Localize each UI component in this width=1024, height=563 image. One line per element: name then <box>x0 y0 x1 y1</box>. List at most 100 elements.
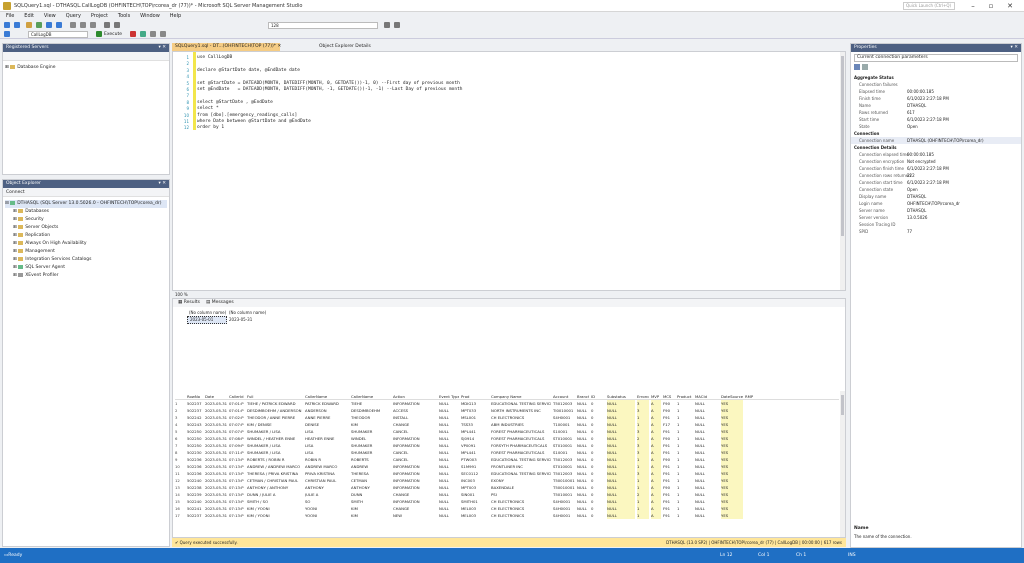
menu-edit[interactable]: Edit <box>22 12 36 21</box>
grid-cell[interactable]: NULL <box>607 491 635 498</box>
grid-cell[interactable]: VP0091 <box>461 442 489 449</box>
grid-cell[interactable]: 17 <box>175 512 185 519</box>
code-line[interactable]: use CallLogDB <box>197 55 232 60</box>
table-row[interactable]: 2 502237 2023-05-31 07:01:P DESDIMBOEHM / AN… <box>175 407 839 414</box>
grid-cell[interactable]: 2023-05-31 <box>205 407 227 414</box>
grid-cell[interactable]: YES <box>721 400 743 407</box>
grid-cell[interactable]: 9 <box>175 456 185 463</box>
grid-cell[interactable]: EXONY <box>491 477 551 484</box>
grid-cell[interactable]: 2023-05-31 <box>205 491 227 498</box>
grid-cell[interactable]: ANDREW <box>351 463 391 470</box>
grid-cell[interactable]: T5012003 <box>553 470 575 477</box>
grid-cell[interactable]: LISA <box>305 449 349 456</box>
grid-cell[interactable]: NULL <box>577 477 589 484</box>
grid-cell[interactable]: 0 <box>591 449 605 456</box>
grid-cell[interactable]: CHANGE <box>393 491 437 498</box>
grid-cell[interactable]: F91 <box>663 512 675 519</box>
code-line[interactable]: declare @StartDate date, @EndDate date <box>197 68 300 73</box>
grid-cell[interactable]: 502243 <box>187 421 203 428</box>
menu-project[interactable]: Project <box>89 12 110 21</box>
grid-cell[interactable]: 0 <box>591 421 605 428</box>
tree-item-sql-agent[interactable]: ⊞ SQL Server Agent <box>5 264 167 272</box>
grid-cell[interactable]: A <box>651 505 661 512</box>
grid-cell[interactable]: YES <box>721 498 743 505</box>
open-file-icon[interactable] <box>36 22 42 28</box>
grid-cell[interactable]: NULL <box>607 512 635 519</box>
grid-cell[interactable]: F91 <box>663 470 675 477</box>
grid-cell[interactable]: 502239 <box>187 491 203 498</box>
grid-cell[interactable]: NULL <box>607 449 635 456</box>
menu-view[interactable]: View <box>42 12 58 21</box>
grid-cell[interactable]: S4H0001 <box>553 498 575 505</box>
grid-cell[interactable]: MSL001 <box>461 414 489 421</box>
tab-messages[interactable]: ▤ Messages <box>203 300 237 306</box>
grid-cell[interactable]: ANDERSON <box>305 407 349 414</box>
menu-query[interactable]: Query <box>64 12 83 21</box>
grid-cell[interactable]: T50010001 <box>553 477 575 484</box>
property-row[interactable]: Connection elapsed time 00:00:00.185 <box>851 151 1021 158</box>
grid-cell[interactable]: 0 <box>591 414 605 421</box>
grid-cell[interactable]: T5012003 <box>553 400 575 407</box>
grid-cell[interactable]: DESDIMBOEHM <box>351 407 391 414</box>
grid-cell[interactable]: SJ0914 <box>461 435 489 442</box>
grid-cell[interactable]: 1 <box>677 484 693 491</box>
grid-cell[interactable]: A <box>651 456 661 463</box>
grid-cell[interactable]: NULL <box>439 477 459 484</box>
grid-cell[interactable]: 502242 <box>187 414 203 421</box>
grid-cell[interactable]: 07:13:P <box>229 470 245 477</box>
grid-cell[interactable]: 07:13:P <box>229 456 245 463</box>
grid-cell[interactable]: YOONI <box>305 512 349 519</box>
grid-cell[interactable]: YES <box>721 512 743 519</box>
grid-cell[interactable]: A <box>651 512 661 519</box>
grid-cell[interactable]: SO <box>305 498 349 505</box>
connect-dropdown[interactable]: Connect <box>3 190 25 195</box>
grid-cell[interactable]: T50010001 <box>553 484 575 491</box>
cancel-query-icon[interactable] <box>130 31 136 37</box>
grid-cell[interactable]: WINDEL <box>351 435 391 442</box>
grid-cell[interactable]: S10001 <box>553 449 575 456</box>
grid-cell[interactable]: FOREST PHARMACEUTICALS <box>491 449 551 456</box>
grid-cell[interactable]: INSTALL <box>393 414 437 421</box>
code-line[interactable]: order by 1 <box>197 125 224 130</box>
table-row[interactable]: 3 502242 2023-05-31 07:02:P THEODOR / ANNE P… <box>175 414 839 421</box>
grid-cell[interactable]: F90 <box>663 435 675 442</box>
grid-cell[interactable]: 1 <box>677 512 693 519</box>
grid-cell[interactable]: 1 <box>677 421 693 428</box>
grid-cell[interactable]: NORTH INSTRUMENTS INC <box>491 407 551 414</box>
grid-cell[interactable]: 0 <box>591 477 605 484</box>
grid-cell[interactable]: 0 <box>591 470 605 477</box>
tab-close-icon[interactable]: ✕ <box>278 44 282 49</box>
grid-cell[interactable]: NULL <box>439 498 459 505</box>
table-row[interactable]: 16 502241 2023-05-31 07:13:P KIM / YOONI YOON… <box>175 505 839 512</box>
grid-cell[interactable]: A <box>651 463 661 470</box>
grid-cell[interactable]: SMITH01 <box>461 498 489 505</box>
grid-cell[interactable]: PRIVA KRISTINA <box>305 470 349 477</box>
grid-cell[interactable]: T5012003 <box>553 456 575 463</box>
grid-cell[interactable]: INFORMATION <box>393 435 437 442</box>
tree-item-server[interactable]: ⊟ DTHASQL (SQL Server 13.0.5026.0 - OHFI… <box>5 200 167 208</box>
grid-cell[interactable]: YES <box>721 505 743 512</box>
grid-cell[interactable]: 2023-05-31 <box>205 477 227 484</box>
grid-cell[interactable]: 3 <box>637 442 649 449</box>
execute-button[interactable]: Execute <box>104 31 122 38</box>
grid-cell[interactable]: NULL <box>577 463 589 470</box>
grid-cell[interactable]: 2023-05-31 <box>205 421 227 428</box>
grid-cell[interactable]: 07:13:P <box>229 463 245 470</box>
grid-cell[interactable]: 1 <box>637 463 649 470</box>
grid-cell[interactable]: 12 <box>175 477 185 484</box>
table-row[interactable]: 14 502239 2023-05-31 07:13:P DUNN / JULIE AJ… <box>175 491 839 498</box>
grid-cell[interactable]: 1 <box>637 505 649 512</box>
editor-scrollbar[interactable] <box>840 52 845 290</box>
back-icon[interactable] <box>4 22 10 28</box>
grid-cell[interactable]: 0 <box>591 498 605 505</box>
grid-cell[interactable]: NULL <box>607 477 635 484</box>
grid-cell[interactable]: 07:02:P <box>229 414 245 421</box>
grid-cell[interactable]: NULL <box>439 442 459 449</box>
grid-cell[interactable]: SEC0112 <box>461 470 489 477</box>
tree-item-databases[interactable]: ⊞ Databases <box>5 208 167 216</box>
grid-cell[interactable]: 2023-05-01 <box>187 316 227 324</box>
grid-cell[interactable]: CHANGE <box>393 421 437 428</box>
grid-cell[interactable]: NULL <box>439 421 459 428</box>
grid-cell[interactable]: 3 <box>637 400 649 407</box>
grid-cell[interactable]: NULL <box>577 442 589 449</box>
